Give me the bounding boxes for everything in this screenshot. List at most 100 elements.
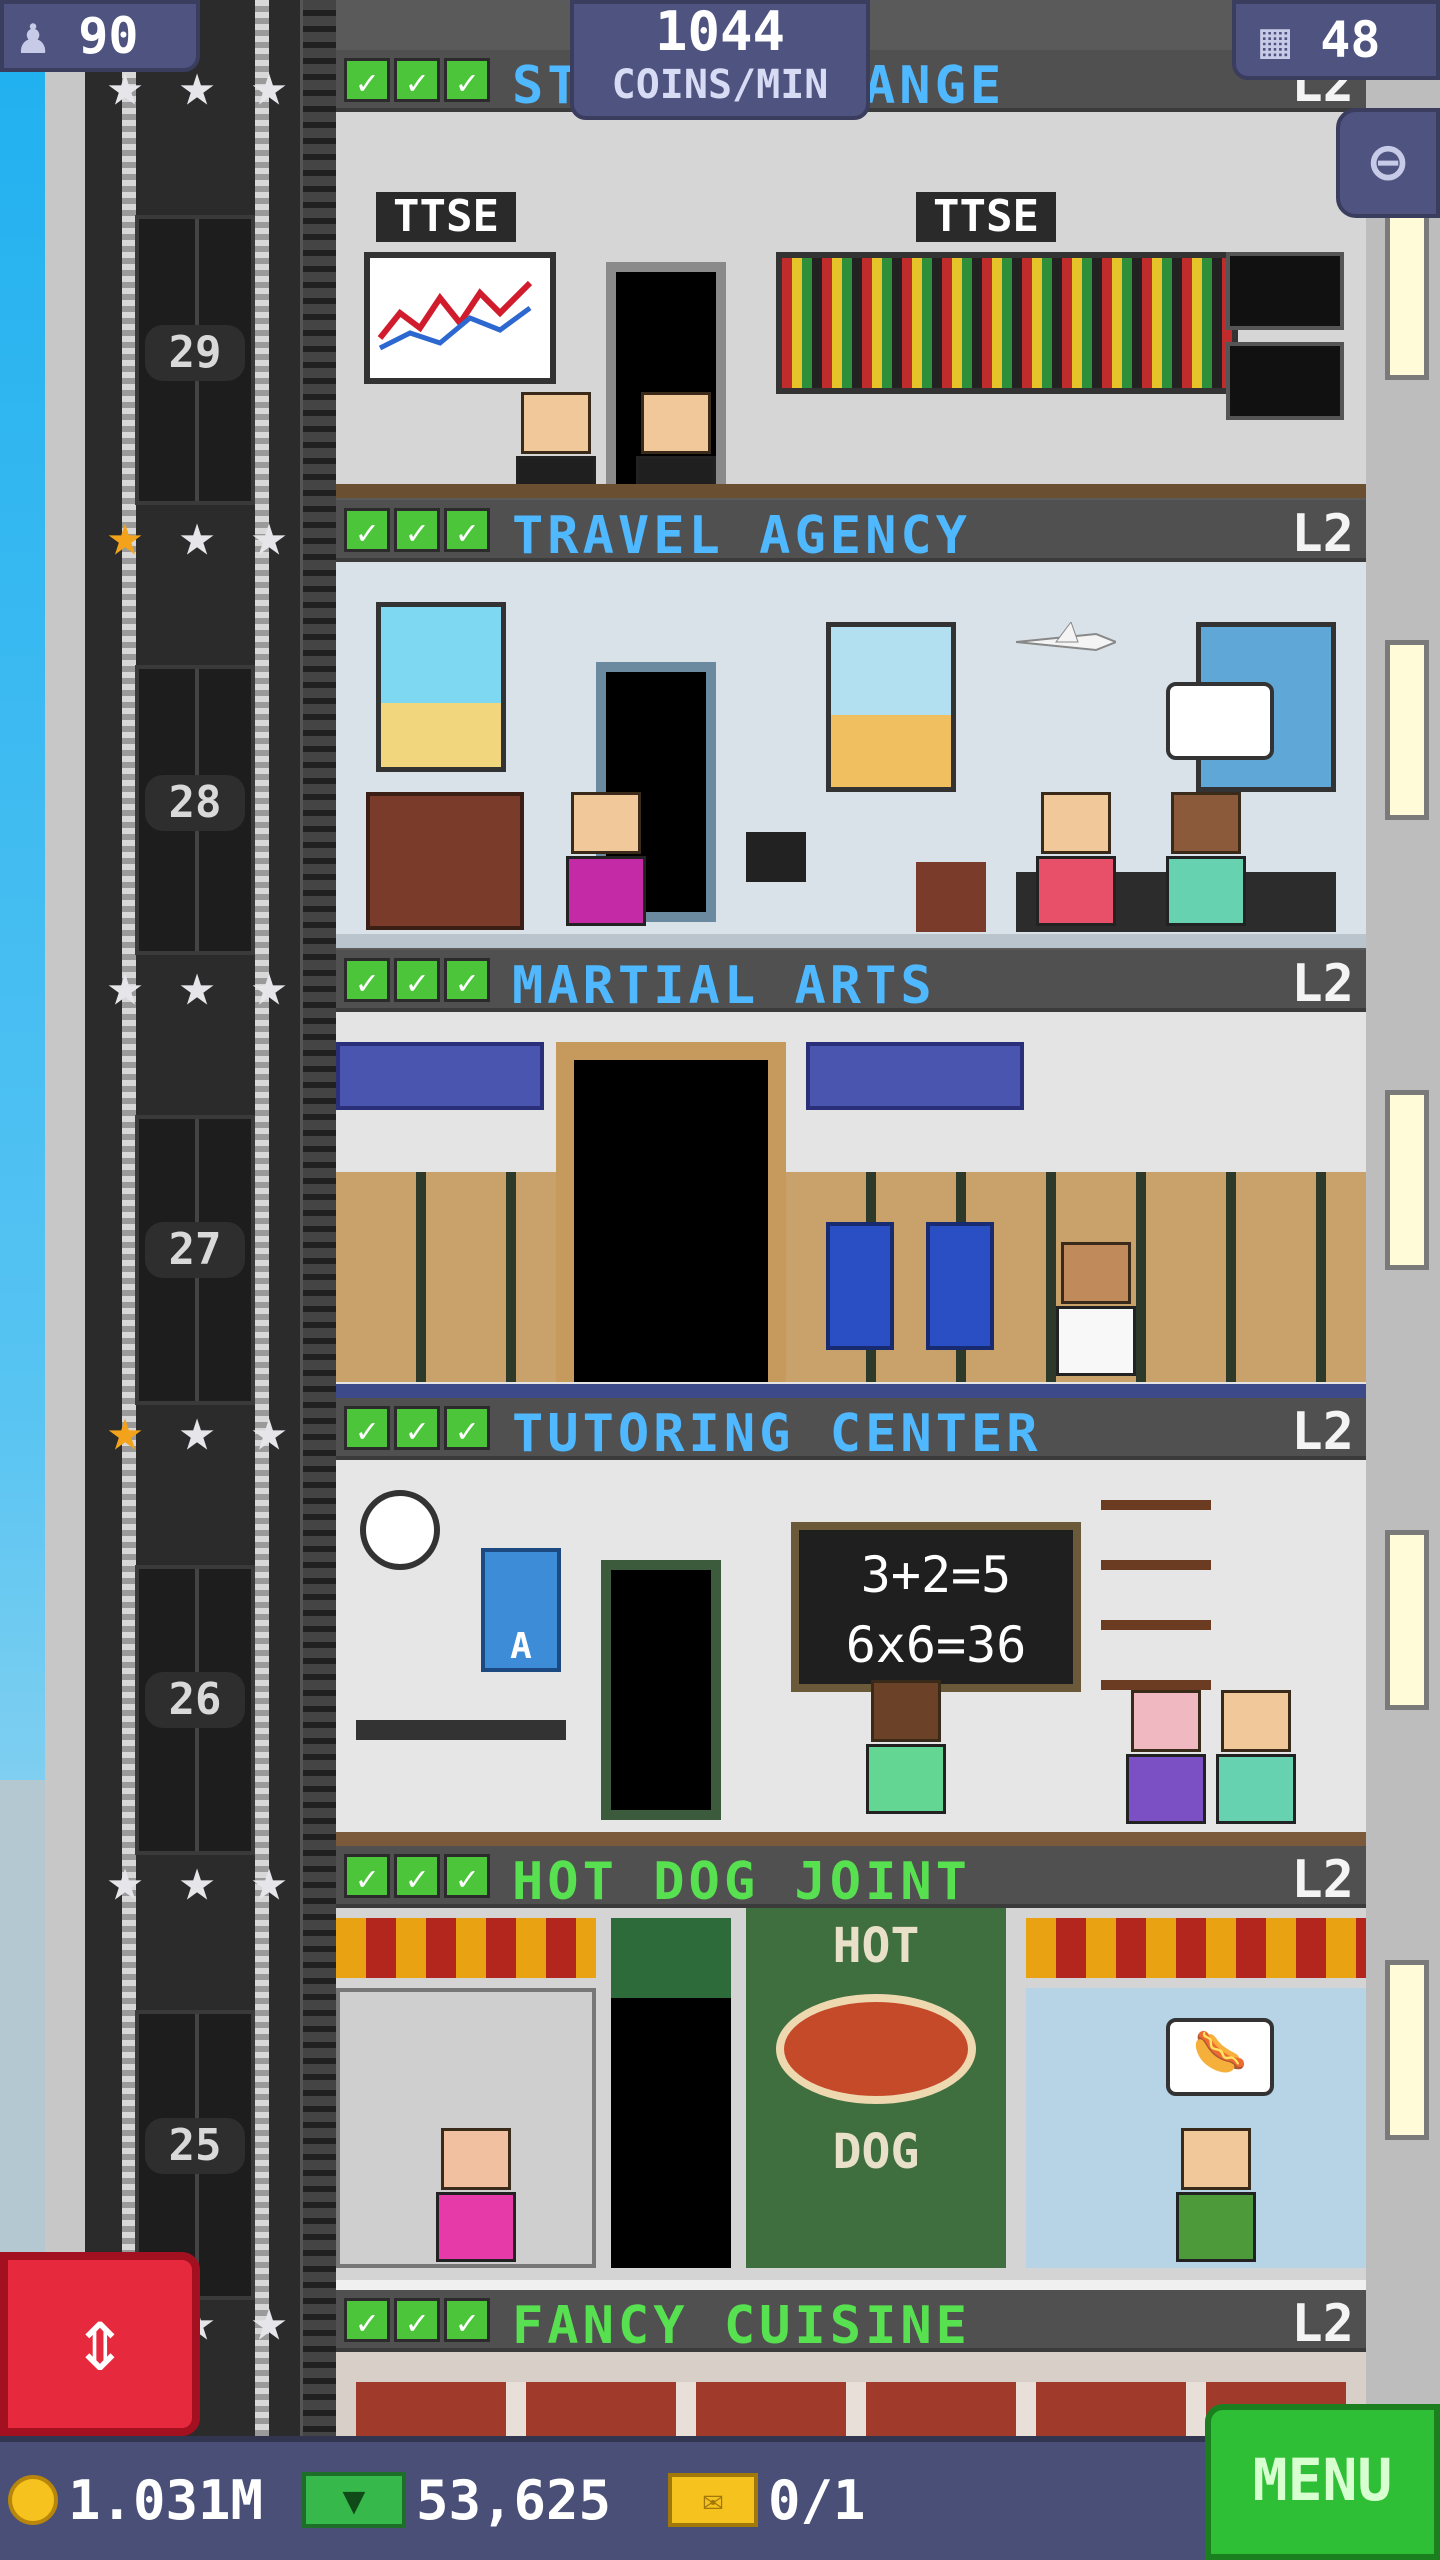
floor-level: L2 (1291, 1402, 1354, 1462)
chalkboard-line: 3+2=5 (860, 1546, 1012, 1604)
floor-stars: ★ ★ ★ (95, 505, 305, 565)
star-icon: ★ (250, 500, 288, 570)
star-icon: ★ (178, 950, 216, 1020)
floors-count: 48 (1320, 11, 1381, 69)
city-skyline (0, 1780, 50, 2300)
floor-level: L2 (1291, 2294, 1354, 2354)
star-icon: ★ (178, 1845, 216, 1915)
bux-stat[interactable]: ▼ 53,625 (302, 2468, 612, 2532)
hot-dog-door (611, 1918, 731, 2268)
tutoring-checks: ✓ ✓ ✓ (344, 1406, 490, 1451)
plant-stand (916, 862, 986, 932)
travel-checks: ✓ ✓ ✓ (344, 508, 490, 553)
zoom-out-button[interactable]: ⊖ (1336, 108, 1440, 218)
floor-travel-agency[interactable]: ✓ ✓ ✓ TRAVEL AGENCY L2 (336, 500, 1366, 948)
wall-light (1385, 1960, 1429, 2140)
coins-stat[interactable]: 1.031M (8, 2468, 264, 2532)
status-monitor (1226, 252, 1344, 330)
coins-per-min-panel: 1044 COINS/MIN (570, 0, 870, 120)
banner (336, 1042, 544, 1110)
coins-per-min-value: 1044 (654, 0, 786, 63)
star-icon: ★ (106, 950, 144, 1020)
check-icon: ✓ (394, 958, 440, 1003)
gold-star-icon: ★ (106, 1395, 144, 1465)
tutoring-center-door (601, 1560, 721, 1820)
coin-icon (8, 2475, 58, 2525)
elevator-cable (255, 0, 269, 2440)
floor-tutoring-center[interactable]: ✓ ✓ ✓ TUTORING CENTER L2 A 3+2=5 6x6=36 (336, 1398, 1366, 1846)
check-icon: ✓ (394, 2298, 440, 2343)
awning (1026, 1918, 1366, 1978)
floor-stars: ★ ★ ★ (95, 1850, 305, 1910)
floor-ground (336, 1832, 1366, 1846)
dojo-gate (556, 1042, 786, 1382)
coins-value: 1.031M (68, 2468, 264, 2532)
floor-number: 27 (145, 1222, 245, 1278)
tickets-stat[interactable]: ✉ 0/1 (668, 2469, 866, 2532)
building-grid-icon: ▦ (1260, 11, 1291, 69)
travel-poster (826, 622, 956, 792)
floor-level: L2 (1291, 954, 1354, 1014)
elevator-button[interactable]: ⇕ (0, 2252, 200, 2436)
floor-level: L2 (1291, 1850, 1354, 1910)
floor-ground (336, 484, 1366, 498)
stock-line-icon (377, 280, 533, 351)
hot-dog-sign: HOT DOG (746, 1908, 1006, 2268)
floors-panel[interactable]: ▦ 48 (1232, 0, 1440, 80)
floor-ground (336, 1384, 1366, 1398)
ttse-sign: TTSE (916, 192, 1056, 242)
floor-martial-arts[interactable]: ✓ ✓ ✓ MARTIAL ARTS L2 (336, 950, 1366, 1398)
star-icon: ★ (250, 1845, 288, 1915)
star-icon: ★ (106, 1845, 144, 1915)
check-icon: ✓ (444, 1854, 490, 1899)
check-icon: ✓ (344, 508, 390, 553)
trader-person (516, 392, 596, 484)
floor-level: L2 (1291, 504, 1354, 564)
stock-checks: ✓ ✓ ✓ (344, 58, 490, 103)
martial-arts-room (336, 1012, 1366, 1384)
floor-title: FANCY CUISINE (512, 2296, 971, 2356)
check-icon: ✓ (444, 958, 490, 1003)
person-icon: ♟ (18, 7, 49, 65)
check-icon: ✓ (444, 508, 490, 553)
ttse-sign: TTSE (376, 192, 516, 242)
floor-label-bar[interactable]: ✓ ✓ ✓ MARTIAL ARTS L2 (336, 950, 1366, 1016)
bux-cash-icon: ▼ (302, 2472, 406, 2528)
martial-checks: ✓ ✓ ✓ (344, 958, 490, 1003)
status-monitor (1226, 342, 1344, 420)
star-icon: ★ (250, 950, 288, 1020)
gold-star-icon: ★ (106, 500, 144, 570)
vendor-person (436, 2128, 516, 2268)
magnifier-minus-icon: ⊖ (1369, 127, 1407, 197)
floor-title: MARTIAL ARTS (512, 956, 936, 1016)
apple-poster: A (481, 1548, 561, 1672)
wall-light (1385, 640, 1429, 820)
sign-text-top: HOT (832, 1918, 920, 1974)
hot-dog-icon (776, 1994, 976, 2104)
menu-button[interactable]: MENU (1205, 2404, 1440, 2560)
floor-label-bar[interactable]: ✓ ✓ ✓ TUTORING CENTER L2 (336, 1398, 1366, 1464)
wall-light (1385, 1090, 1429, 1270)
floor-number: 26 (145, 1672, 245, 1728)
floor-label-bar[interactable]: ✓ ✓ ✓ TRAVEL AGENCY L2 (336, 500, 1366, 566)
travel-agency-room (336, 562, 1366, 934)
star-icon: ★ (250, 1395, 288, 1465)
customer-person (1036, 792, 1116, 932)
travel-agent-person (566, 792, 646, 932)
wall-light (1385, 200, 1429, 380)
check-icon: ✓ (444, 58, 490, 103)
floor-hot-dog-joint[interactable]: ✓ ✓ ✓ HOT DOG JOINT L2 HOT DOG 🌭 (336, 1846, 1366, 2294)
bux-value: 53,625 (416, 2468, 612, 2532)
population-panel[interactable]: ♟ 90 (0, 0, 200, 72)
floor-label-bar[interactable]: ✓ ✓ ✓ FANCY CUISINE L2 (336, 2290, 1366, 2356)
check-icon: ✓ (394, 58, 440, 103)
star-icon: ★ (250, 50, 288, 120)
check-icon: ✓ (394, 1854, 440, 1899)
population-count: 90 (78, 7, 139, 65)
check-icon: ✓ (444, 2298, 490, 2343)
floor-label-bar[interactable]: ✓ ✓ ✓ HOT DOG JOINT L2 (336, 1846, 1366, 1912)
customer-person (1166, 792, 1246, 932)
fancy-checks: ✓ ✓ ✓ (344, 2298, 490, 2343)
student-person (1126, 1690, 1206, 1830)
karate-instructor-person (1056, 1242, 1136, 1382)
